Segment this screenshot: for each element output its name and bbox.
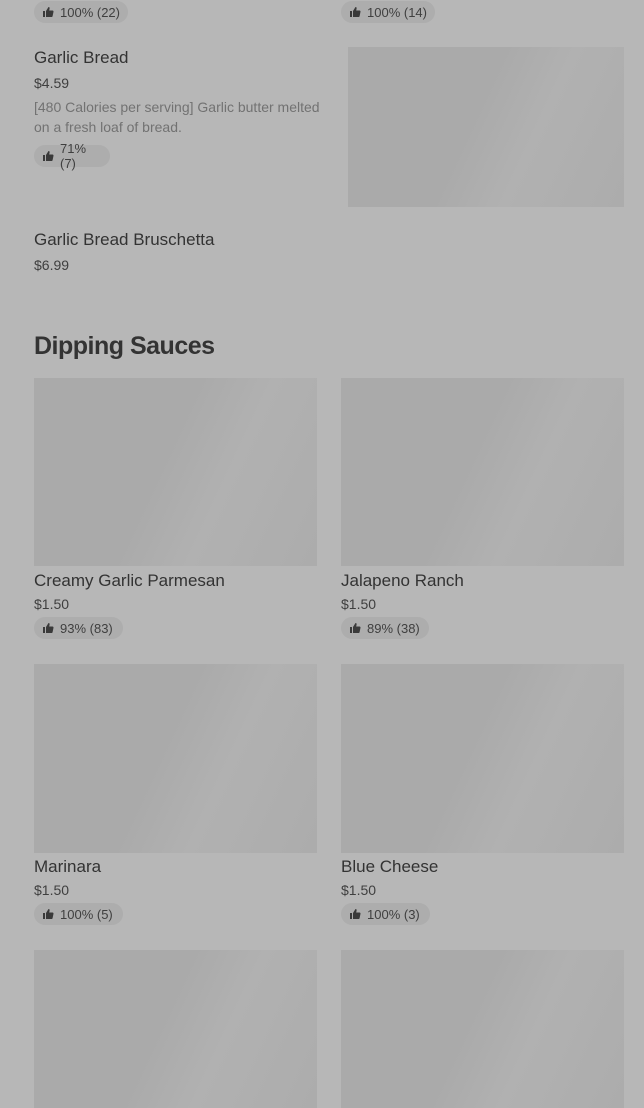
sauce-image-placeholder — [34, 378, 317, 566]
thumbs-up-icon — [42, 6, 54, 18]
rating-text: 100% (5) — [60, 906, 113, 922]
sauce-card[interactable]: Blue Cheese $1.50 100% (3) — [341, 664, 624, 928]
rating-badge: 100% (22) — [34, 1, 128, 23]
sauce-image-placeholder[interactable] — [341, 950, 624, 1108]
rating-text: 89% (38) — [367, 620, 420, 636]
rating-text: 100% (22) — [60, 4, 120, 20]
rating-badge: 100% (14) — [341, 1, 435, 23]
thumbs-up-icon — [42, 150, 54, 162]
rating-badge: 71% (7) — [34, 141, 110, 171]
rating-text: 100% (3) — [367, 906, 420, 922]
thumbs-up-icon — [349, 908, 361, 920]
sauce-card[interactable]: Jalapeno Ranch $1.50 89% (38) — [341, 378, 624, 642]
sauce-name: Creamy Garlic Parmesan — [34, 571, 225, 590]
sauce-price: $1.50 — [34, 882, 70, 898]
sauce-price: $1.50 — [341, 596, 377, 612]
sauce-name: Blue Cheese — [341, 857, 439, 876]
rating-text: 71% (7) — [60, 141, 87, 171]
rating-text: 100% (14) — [367, 4, 427, 20]
sauce-name: Jalapeno Ranch — [341, 571, 464, 590]
sauce-image-placeholder[interactable] — [34, 950, 317, 1108]
item-image-placeholder[interactable] — [348, 47, 624, 207]
rating-text: 93% (83) — [60, 620, 113, 636]
sauce-price: $1.50 — [341, 882, 377, 898]
item-name: Garlic Bread — [34, 48, 129, 67]
sauce-name: Marinara — [34, 857, 102, 876]
sauce-card[interactable]: Creamy Garlic Parmesan $1.50 93% (83) — [34, 378, 317, 642]
thumbs-up-icon — [349, 6, 361, 18]
thumbs-up-icon — [42, 622, 54, 634]
sauce-price: $1.50 — [34, 596, 70, 612]
sauce-image-placeholder — [34, 664, 317, 853]
rating-badge: 89% (38) — [341, 617, 429, 639]
item-price: $4.59 — [34, 75, 70, 91]
thumbs-up-icon — [349, 622, 361, 634]
item-description: [480 Calories per serving] Garlic butter… — [34, 99, 320, 135]
thumbs-up-icon — [42, 908, 54, 920]
rating-badge: 100% (3) — [341, 903, 430, 925]
sauce-card[interactable]: Marinara $1.50 100% (5) — [34, 664, 317, 928]
menu-item-garlic-bread[interactable]: Garlic Bread $4.59 [480 Calories per ser… — [34, 46, 339, 206]
item-price: $6.99 — [34, 257, 70, 273]
sauce-image-placeholder — [341, 378, 624, 566]
menu-item-garlic-bread-bruschetta[interactable]: Garlic Bread Bruschetta $6.99 — [34, 228, 624, 278]
item-name: Garlic Bread Bruschetta — [34, 230, 215, 249]
sauce-image-placeholder — [341, 664, 624, 853]
rating-badge: 100% (5) — [34, 903, 123, 925]
section-title: Dipping Sauces — [34, 332, 215, 360]
rating-badge: 93% (83) — [34, 617, 123, 639]
